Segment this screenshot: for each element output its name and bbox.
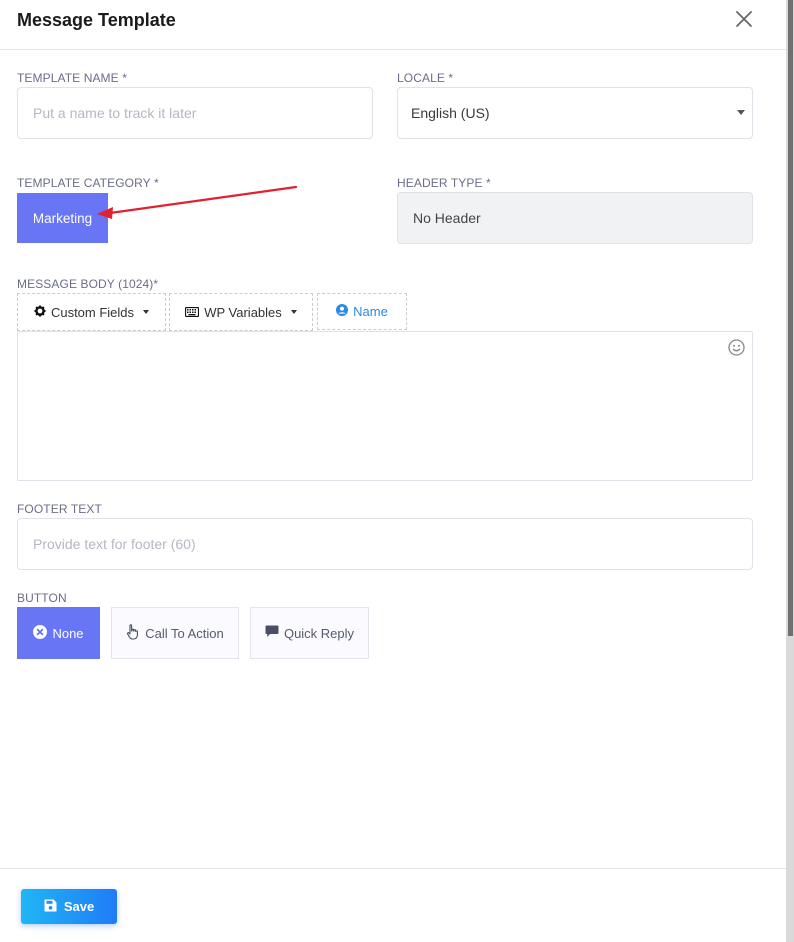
pointer-hand-icon bbox=[126, 623, 140, 643]
save-button[interactable]: Save bbox=[21, 889, 117, 924]
button-option-call-to-action-label: Call To Action bbox=[145, 625, 224, 641]
header-type-label: HEADER TYPE * bbox=[397, 176, 491, 190]
keyboard-icon bbox=[185, 305, 200, 320]
button-option-none-label: None bbox=[52, 625, 84, 641]
button-option-none[interactable]: None bbox=[17, 607, 100, 659]
gear-icon bbox=[34, 305, 46, 320]
footer-text-placeholder: Provide text for footer (60) bbox=[33, 536, 196, 552]
custom-fields-label: Custom Fields bbox=[50, 304, 135, 320]
template-name-label: TEMPLATE NAME * bbox=[17, 71, 127, 85]
header-type-select[interactable]: No Header bbox=[397, 192, 753, 244]
save-button-label: Save bbox=[63, 899, 95, 914]
caret-down-icon bbox=[737, 110, 745, 115]
scrollbar-thumb[interactable] bbox=[788, 0, 793, 636]
button-option-quick-reply[interactable]: Quick Reply bbox=[250, 607, 369, 659]
footer-text-label: FOOTER TEXT bbox=[17, 502, 102, 516]
message-template-modal: Message Template TEMPLATE NAME * Put a n… bbox=[0, 0, 786, 942]
name-variable-label: Name bbox=[353, 304, 388, 319]
template-name-placeholder: Put a name to track it later bbox=[33, 105, 197, 121]
footer-text-input[interactable]: Provide text for footer (60) bbox=[17, 518, 753, 570]
name-variable-button[interactable]: Name bbox=[317, 293, 407, 330]
user-circle-icon bbox=[336, 304, 349, 319]
modal-title: Message Template bbox=[17, 10, 176, 30]
wp-variables-label: WP Variables bbox=[204, 304, 282, 320]
locale-selected-value: English (US) bbox=[411, 105, 490, 121]
x-circle-icon bbox=[33, 624, 48, 642]
footer-divider bbox=[0, 868, 786, 869]
chat-bubble-icon bbox=[265, 625, 279, 641]
close-icon[interactable] bbox=[733, 8, 755, 30]
message-body-textarea[interactable] bbox=[17, 331, 753, 481]
floppy-disk-icon bbox=[44, 899, 57, 915]
button-option-quick-reply-label: Quick Reply bbox=[283, 625, 355, 641]
smiley-icon[interactable] bbox=[728, 339, 745, 356]
template-name-input[interactable]: Put a name to track it later bbox=[17, 87, 373, 139]
caret-down-icon bbox=[290, 310, 297, 314]
wp-variables-dropdown[interactable]: WP Variables bbox=[169, 293, 313, 331]
caret-down-icon bbox=[143, 310, 150, 314]
locale-label: LOCALE * bbox=[397, 71, 454, 85]
header-type-value: No Header bbox=[413, 210, 481, 226]
template-category-label: TEMPLATE CATEGORY * bbox=[17, 176, 159, 190]
button-label: BUTTON bbox=[17, 591, 67, 605]
custom-fields-dropdown[interactable]: Custom Fields bbox=[17, 293, 166, 331]
category-option-marketing[interactable]: Marketing bbox=[17, 193, 108, 243]
scrollbar[interactable] bbox=[786, 0, 794, 942]
modal-header: Message Template bbox=[0, 0, 786, 50]
message-body-label: MESSAGE BODY (1024)* bbox=[17, 277, 159, 291]
button-option-call-to-action[interactable]: Call To Action bbox=[111, 607, 239, 659]
locale-select[interactable]: English (US) bbox=[397, 87, 753, 139]
